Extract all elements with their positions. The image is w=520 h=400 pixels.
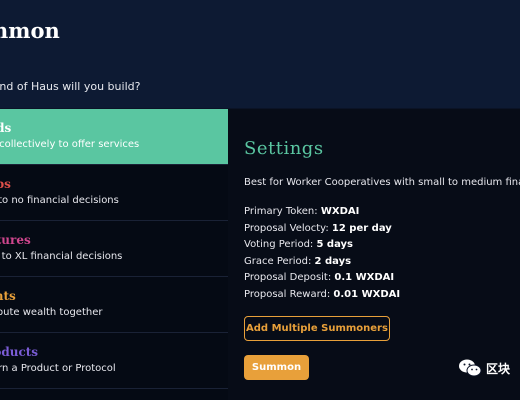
option-title: ubs — [0, 177, 11, 191]
detail-voting-period: Voting Period: 5 days — [244, 239, 400, 256]
option-title: ants — [0, 289, 16, 303]
detail-proposal-velocity: Proposal Velocty: 12 per day — [244, 223, 400, 240]
detail-label: Primary Token: — [244, 206, 321, 217]
page-title: mmon — [0, 18, 60, 43]
detail-proposal-deposit: Proposal Deposit: 0.1 WXDAI — [244, 272, 400, 289]
detail-value: 0.01 WXDAI — [333, 288, 401, 300]
detail-value: WXDAI — [320, 206, 360, 217]
detail-grace-period: Grace Period: 2 days — [244, 256, 400, 273]
settings-summary: Best for Worker Cooperatives with small … — [244, 177, 520, 188]
option-description: rk collectively to offer services — [0, 139, 140, 150]
option-title: ilds — [0, 121, 12, 135]
detail-label: Voting Period: — [244, 239, 317, 250]
wechat-icon — [459, 359, 482, 377]
option-guilds[interactable]: ilds rk collectively to offer services — [0, 109, 228, 165]
option-description: tribute wealth together — [0, 307, 103, 318]
detail-proposal-reward: Proposal Reward: 0.01 WXDAI — [244, 289, 400, 306]
watermark-text: 区块 — [486, 361, 511, 376]
haus-type-list: ilds rk collectively to offer services u… — [0, 109, 228, 400]
detail-primary-token: Primary Token: WXDAI — [244, 206, 400, 223]
detail-label: Proposal Velocty: — [244, 222, 332, 234]
settings-details: Primary Token: WXDAI Proposal Velocty: 1… — [244, 206, 400, 305]
option-description: le to no financial decisions — [0, 195, 119, 206]
detail-label: Proposal Deposit: — [244, 272, 335, 283]
detail-value: 2 days — [314, 255, 352, 267]
option-title: ntures — [0, 233, 31, 247]
haus-type-prompt: kind of Haus will you build? — [0, 80, 141, 93]
option-products[interactable]: roducts vern a Product or Protocol — [0, 333, 228, 389]
settings-title: Settings — [244, 138, 324, 159]
option-description: vern a Product or Protocol — [0, 363, 116, 374]
detail-value: 12 per day — [331, 222, 392, 234]
detail-value: 5 days — [316, 239, 353, 250]
add-multiple-summoners-button[interactable]: Add Multiple Summoners — [244, 316, 390, 341]
summon-button[interactable]: Summon — [244, 355, 309, 380]
option-description: ge to XL financial decisions — [0, 251, 123, 262]
detail-value: 0.1 WXDAI — [334, 272, 395, 283]
option-grants[interactable]: ants tribute wealth together — [0, 277, 228, 333]
option-ventures[interactable]: ntures ge to XL financial decisions — [0, 221, 228, 277]
option-title: roducts — [0, 345, 39, 359]
watermark: 区块 — [458, 357, 510, 379]
detail-label: Grace Period: — [244, 255, 315, 267]
option-clubs[interactable]: ubs le to no financial decisions — [0, 165, 228, 221]
header: mmon kind of Haus will you build? — [0, 0, 520, 108]
detail-label: Proposal Reward: — [244, 288, 334, 300]
